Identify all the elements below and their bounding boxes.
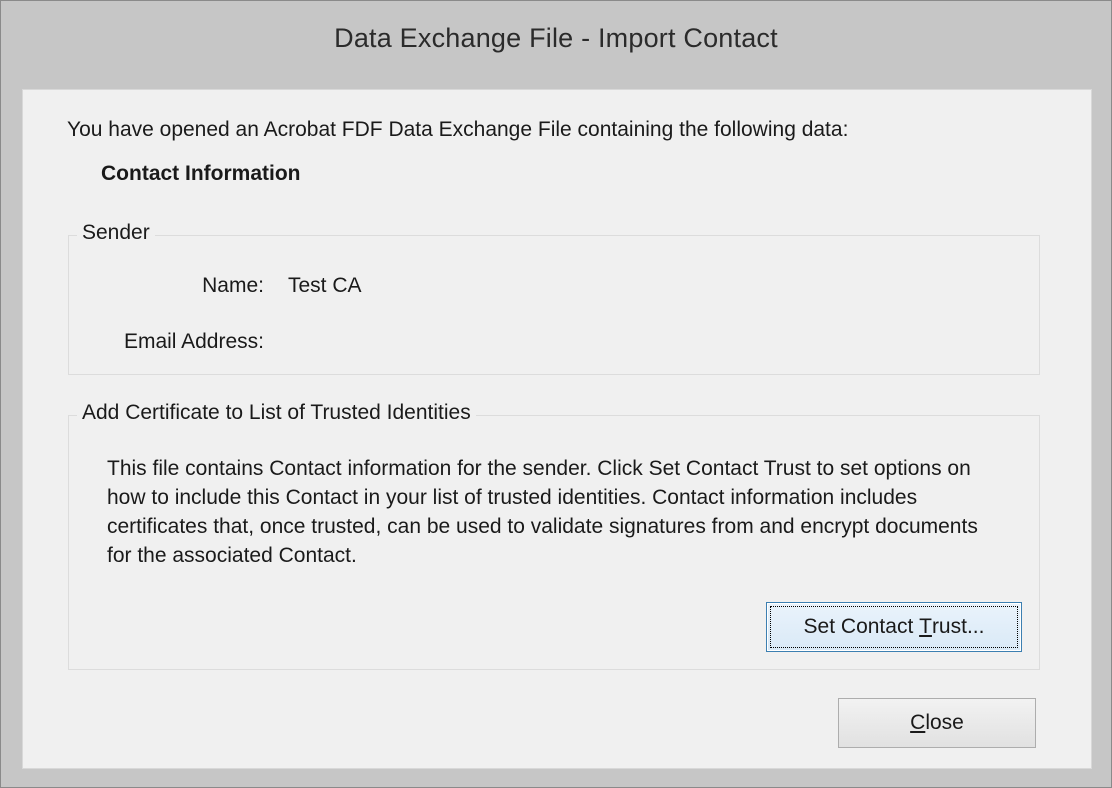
import-contact-dialog: Data Exchange File - Import Contact You … [0,0,1112,788]
close-button[interactable]: Close [838,698,1036,748]
intro-text: You have opened an Acrobat FDF Data Exch… [67,118,849,141]
name-value: Test CA [288,274,362,297]
title-bar[interactable]: Data Exchange File - Import Contact [1,1,1111,89]
close-mnemonic: C [910,711,926,734]
certificate-description: This file contains Contact information f… [107,457,978,567]
window-title: Data Exchange File - Import Contact [334,23,778,53]
set-trust-mnemonic: T [919,615,932,638]
sender-groupbox: Sender Name: Test CA Email Address: [68,221,1040,375]
name-label: Name: [202,274,264,297]
email-label: Email Address: [123,330,264,353]
set-trust-label-suffix: rust... [931,615,985,638]
sender-legend: Sender [77,221,155,245]
trusted-identities-groupbox: Add Certificate to List of Trusted Ident… [68,401,1040,670]
contact-information-heading: Contact Information [101,162,301,185]
close-label-suffix: lose [925,711,964,734]
trusted-identities-legend: Add Certificate to List of Trusted Ident… [77,401,476,425]
dialog-body: You have opened an Acrobat FDF Data Exch… [22,89,1092,769]
set-trust-label-prefix: Set Contact [803,615,920,638]
set-contact-trust-button[interactable]: Set Contact Trust... [766,602,1022,652]
